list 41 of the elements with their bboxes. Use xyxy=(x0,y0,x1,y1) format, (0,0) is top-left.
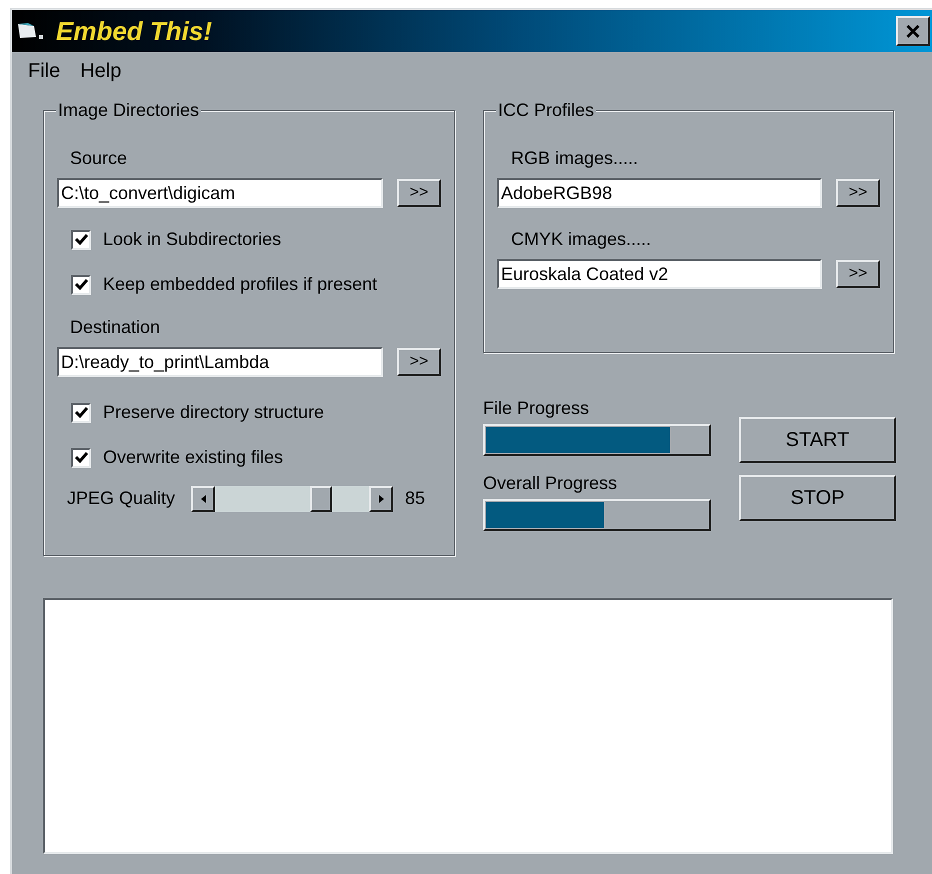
slider[interactable] xyxy=(191,486,394,512)
browse-button[interactable]: >> xyxy=(836,260,880,288)
checkbox-label: Preserve directory structure xyxy=(103,401,324,424)
text-field[interactable]: Euroskala Coated v2 xyxy=(497,259,822,289)
window-title: Embed This! xyxy=(56,14,212,48)
check-icon xyxy=(74,279,88,290)
action-button[interactable]: STOP xyxy=(739,475,896,521)
scroll-right-button[interactable] xyxy=(369,486,394,512)
window-icon xyxy=(16,21,46,41)
checkbox[interactable] xyxy=(71,448,91,468)
right-arrow-icon xyxy=(378,494,384,502)
left-arrow-icon xyxy=(200,494,206,502)
checkbox-label: Keep embedded profiles if present xyxy=(103,273,378,296)
menu-item[interactable]: File xyxy=(26,56,62,86)
close-button[interactable]: × xyxy=(896,16,930,46)
browse-button[interactable]: >> xyxy=(397,179,441,207)
text-field[interactable]: AdobeRGB98 xyxy=(497,178,822,208)
checkbox[interactable] xyxy=(71,230,91,250)
slider-value: 85 xyxy=(405,487,426,510)
field-label: CMYK images..... xyxy=(511,228,652,251)
checkbox-label: Overwrite existing files xyxy=(103,446,284,469)
menu-item[interactable]: Help xyxy=(78,56,124,86)
checkbox-label: Look in Subdirectories xyxy=(103,228,282,251)
action-button[interactable]: START xyxy=(739,417,896,463)
checkbox[interactable] xyxy=(71,274,91,294)
progress-label: File Progress xyxy=(483,397,590,420)
field-label: RGB images..... xyxy=(511,147,640,170)
check-icon xyxy=(74,234,88,245)
check-icon xyxy=(74,407,88,418)
field-label: Source xyxy=(70,147,128,170)
browse-button[interactable]: >> xyxy=(836,179,880,207)
check-icon xyxy=(74,452,88,463)
scroll-left-button[interactable] xyxy=(191,486,216,512)
progress-label: Overall Progress xyxy=(483,472,618,495)
text-field[interactable]: C:\to_convert\digicam xyxy=(57,178,383,208)
slider-thumb[interactable] xyxy=(310,486,332,512)
checkbox[interactable] xyxy=(71,402,91,422)
text-field[interactable]: D:\ready_to_print\Lambda xyxy=(57,347,383,377)
slider-label: JPEG Quality xyxy=(67,487,176,510)
browse-button[interactable]: >> xyxy=(397,348,441,376)
field-label: Destination xyxy=(70,316,162,339)
